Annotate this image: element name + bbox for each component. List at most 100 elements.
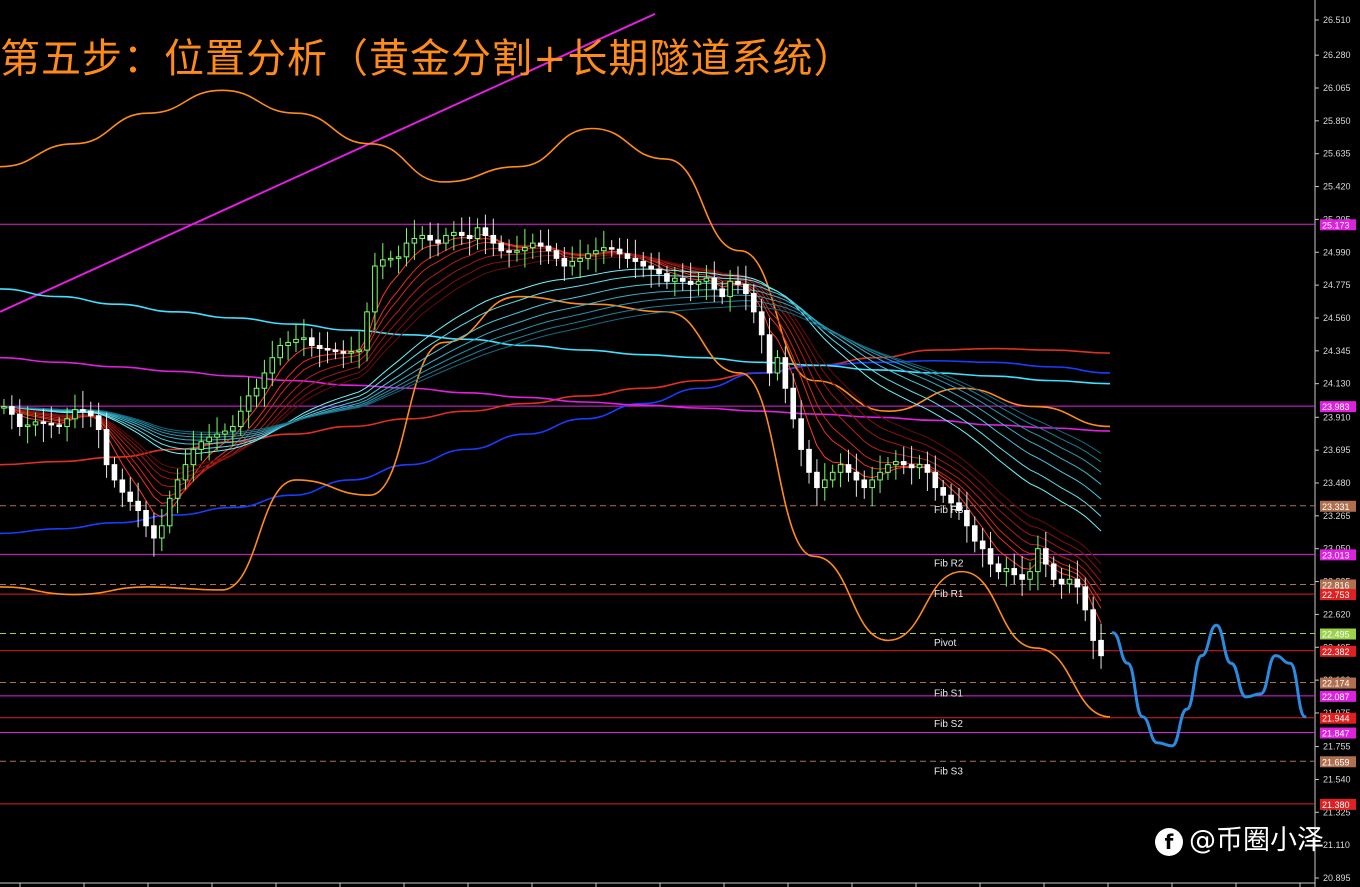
price-tick-label: 25.420 [1323, 182, 1351, 192]
level-price-label: 22.816 [1322, 580, 1350, 590]
candle-body [766, 334, 773, 374]
candle-body [861, 479, 868, 489]
candle-body [656, 268, 662, 275]
candle-body [1082, 586, 1089, 611]
candle-body [561, 257, 568, 267]
candle-body [687, 280, 694, 285]
candle-body [190, 448, 197, 466]
candle-body [624, 253, 631, 259]
candle-body [40, 421, 47, 424]
candle-body [529, 242, 536, 249]
candle-body [206, 436, 212, 443]
candle-body [1, 406, 7, 409]
candle-body [143, 510, 149, 527]
pivot-label: Pivot [934, 638, 956, 649]
candle-body [640, 260, 647, 267]
candle-body [750, 293, 757, 313]
candle-body [695, 280, 702, 285]
candle-body [198, 441, 205, 450]
pivot-label: Fib S1 [934, 688, 963, 699]
candle-body [798, 418, 804, 450]
candle-body [135, 500, 141, 512]
f-icon: f [1155, 827, 1183, 856]
candle-body [403, 242, 410, 258]
candle-body [1011, 568, 1018, 576]
candle-body [159, 525, 165, 539]
level-price-label: 23.983 [1322, 402, 1350, 412]
price-tick-label: 24.990 [1323, 247, 1351, 257]
price-tick-label: 23.910 [1323, 412, 1351, 422]
level-price-label: 21.659 [1322, 757, 1350, 767]
candle-body [601, 247, 607, 252]
pivot-label: Fib R2 [934, 558, 964, 569]
candle-body [95, 415, 102, 431]
moving-average-line [0, 288, 1111, 385]
candle-body [24, 424, 31, 427]
candle-body [822, 479, 828, 489]
candle-body [285, 341, 291, 346]
candle-body [703, 277, 710, 282]
candle-body [758, 311, 765, 336]
candle-body [277, 344, 283, 359]
candle-body [80, 409, 86, 412]
candle-body [1027, 571, 1033, 580]
candle-body [648, 265, 654, 270]
price-tick-label: 25.635 [1323, 149, 1351, 159]
candle-body [987, 548, 994, 565]
candle-body [932, 471, 939, 489]
candle-body [474, 227, 481, 240]
level-price-label: 22.495 [1322, 630, 1350, 640]
candle-body [1074, 578, 1081, 588]
candle-body [380, 259, 386, 267]
candle-body [506, 250, 512, 253]
candle-body [253, 387, 260, 397]
candle-body [103, 429, 110, 466]
candle-body [427, 234, 433, 241]
candle-body [324, 348, 331, 351]
candle-body [435, 239, 441, 244]
level-price-label: 22.087 [1322, 692, 1350, 702]
ema-ribbon-line [3, 238, 1102, 609]
candle-body [372, 265, 378, 313]
candle-body [679, 277, 686, 282]
price-tick-label: 24.775 [1323, 280, 1351, 290]
price-tick-label: 21.540 [1323, 774, 1351, 784]
candle-body [537, 242, 544, 247]
candle-body [1003, 568, 1010, 573]
candle-body [553, 250, 560, 259]
candle-body [348, 351, 355, 354]
candle-body [908, 464, 915, 469]
ema-ribbon-line [3, 294, 1102, 473]
level-price-label: 22.174 [1322, 679, 1350, 689]
candle-body [616, 248, 623, 255]
candle-body [482, 227, 489, 236]
candle-body [632, 257, 639, 262]
candle-body [1090, 609, 1096, 641]
price-tick-label: 26.065 [1323, 83, 1351, 93]
price-tick-label: 26.510 [1323, 15, 1351, 25]
candle-body [711, 277, 718, 290]
candle-body [1066, 578, 1073, 585]
price-tick-label: 23.480 [1323, 478, 1351, 488]
candle-body [64, 418, 70, 427]
candle-body [877, 471, 883, 481]
price-tick-label: 24.130 [1323, 379, 1351, 389]
candle-body [743, 283, 749, 295]
candle-body [735, 280, 741, 285]
candle-body [87, 410, 94, 417]
candle-body [151, 525, 157, 539]
ema-ribbon-line [3, 241, 1102, 602]
pivot-label: Fib S3 [934, 766, 963, 777]
candle-body [1098, 639, 1104, 657]
candle-body [269, 357, 276, 374]
price-tick-label: 22.620 [1323, 609, 1351, 619]
candle-body [293, 338, 299, 343]
level-price-label: 21.380 [1322, 800, 1350, 810]
candle-body [585, 253, 591, 259]
candle-body [32, 421, 39, 426]
candle-body [569, 260, 576, 267]
candle-body [222, 430, 228, 435]
candle-body [814, 471, 820, 489]
candle-body [1058, 578, 1065, 585]
candle-body [1043, 548, 1049, 565]
